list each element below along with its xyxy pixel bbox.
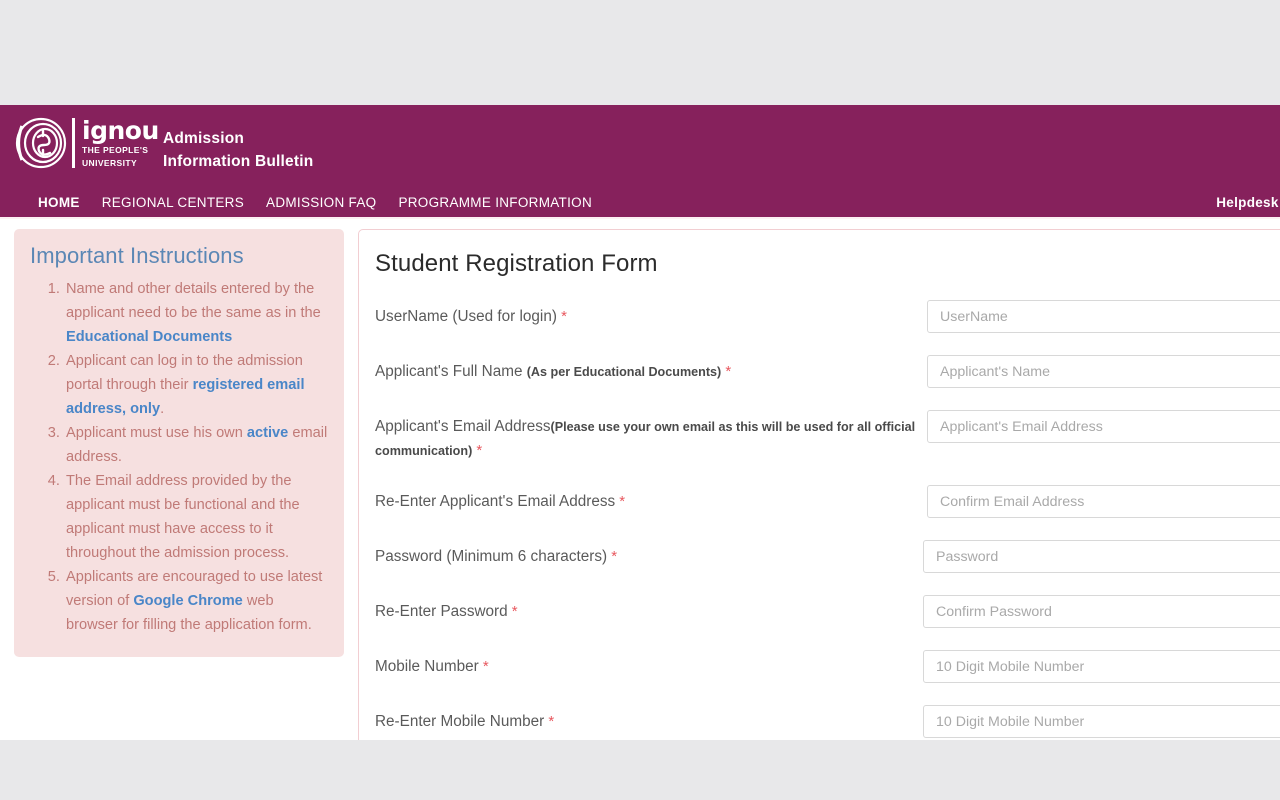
form-label-email: Applicant's Email Address(Please use you… (375, 410, 927, 463)
form-row-username: UserName (Used for login) * (375, 300, 1280, 333)
password-input[interactable] (923, 540, 1280, 573)
logo-wordmark-text: ignou (82, 116, 159, 145)
required-marker: * (721, 363, 732, 380)
browser-chrome-bottom (0, 740, 1280, 800)
instruction-item: Applicant can log in to the admission po… (64, 349, 328, 421)
header-title-line2: Information Bulletin (163, 153, 314, 170)
required-marker: * (556, 308, 567, 325)
site-viewport: ignou THE PEOPLE'S UNIVERSITY Admission … (0, 105, 1280, 741)
form-field-confirm-mobile (923, 705, 1280, 738)
required-marker: * (472, 442, 483, 459)
instructions-heading: Important Instructions (30, 243, 244, 268)
student-registration-card: Student Registration Form UserName (Used… (358, 229, 1280, 741)
form-field-confirm-email (927, 485, 1280, 518)
instruction-highlight: Educational Documents (66, 329, 233, 345)
nav-item-helpdesk[interactable]: Helpdesk (1202, 193, 1280, 212)
form-label-text: Applicant's Full Name (375, 363, 527, 380)
site-header: ignou THE PEOPLE'S UNIVERSITY Admission … (0, 105, 1280, 219)
form-field-password (923, 540, 1280, 573)
nav-item-programme-information[interactable]: PROGRAMME INFORMATION (387, 193, 603, 212)
form-label-text: Re-Enter Password (375, 603, 508, 620)
main-navigation: HOME REGIONAL CENTERS ADMISSION FAQ PROG… (0, 185, 1280, 219)
ignou-wordmark: ignou THE PEOPLE'S UNIVERSITY (72, 118, 159, 168)
page-root: ignou THE PEOPLE'S UNIVERSITY Admission … (0, 0, 1280, 800)
nav-item-home[interactable]: HOME (38, 193, 91, 212)
instruction-text: Applicant must use his own (66, 425, 247, 441)
form-label-mobile: Mobile Number * (375, 650, 925, 679)
browser-chrome-top (0, 0, 1280, 105)
form-field-full-name (927, 355, 1280, 388)
form-label-text: Re-Enter Mobile Number (375, 713, 545, 730)
form-field-email (927, 410, 1280, 443)
confirm-mobile-input[interactable] (923, 705, 1280, 738)
logo-tagline-line2: UNIVERSITY (82, 157, 138, 168)
form-label-confirm-email: Re-Enter Applicant's Email Address * (375, 485, 927, 514)
form-row-confirm-email: Re-Enter Applicant's Email Address * (375, 485, 1280, 518)
confirm-email-input[interactable] (927, 485, 1280, 518)
instructions-list: Name and other details entered by the ap… (30, 277, 328, 637)
instruction-item: Applicant must use his own active email … (64, 421, 328, 469)
form-label-hint: (As per Educational Documents) (526, 365, 722, 379)
required-marker: * (507, 603, 518, 620)
instruction-text: . (160, 401, 165, 417)
instruction-text: Name and other details entered by the ap… (66, 281, 321, 321)
nav-item-regional-centers[interactable]: REGIONAL CENTERS (91, 193, 255, 212)
instruction-highlight: active (246, 425, 289, 441)
important-instructions-panel: Important Instructions Name and other de… (14, 229, 344, 657)
nav-right-group: Helpdesk S (1202, 185, 1280, 219)
form-label-username: UserName (Used for login) * (375, 300, 927, 329)
form-row-confirm-password: Re-Enter Password * (375, 595, 1280, 628)
required-marker: * (544, 713, 555, 730)
instruction-text: The Email address provided by the applic… (66, 473, 300, 561)
form-row-password: Password (Minimum 6 characters) * (375, 540, 1280, 573)
form-label-text: Applicant's Email Address (375, 418, 551, 435)
mobile-input[interactable] (923, 650, 1280, 683)
form-label-text: Mobile Number (375, 658, 479, 675)
confirm-password-input[interactable] (923, 595, 1280, 628)
required-marker: * (478, 658, 489, 675)
header-title: Admission Information Bulletin (163, 127, 313, 173)
form-label-confirm-mobile: Re-Enter Mobile Number * (375, 705, 925, 734)
nav-item-helpdesk-label: Helpdesk (1216, 194, 1279, 210)
form-label-confirm-password: Re-Enter Password * (375, 595, 925, 624)
form-field-username (927, 300, 1280, 333)
ignou-emblem-icon (15, 117, 67, 169)
instruction-highlight: Google Chrome (133, 593, 243, 609)
form-row-email: Applicant's Email Address(Please use you… (375, 410, 1280, 463)
nav-left-group: HOME REGIONAL CENTERS ADMISSION FAQ PROG… (0, 193, 603, 212)
instruction-item: Applicants are encouraged to use latest … (64, 565, 328, 637)
required-marker: * (607, 548, 618, 565)
header-title-line1: Admission (163, 130, 245, 147)
username-input[interactable] (927, 300, 1280, 333)
form-label-text: Password (Minimum 6 characters) (375, 548, 608, 565)
instruction-item: The Email address provided by the applic… (64, 469, 328, 565)
logo-tagline-line1: THE PEOPLE'S (82, 145, 149, 155)
form-field-confirm-password (923, 595, 1280, 628)
instruction-item: Name and other details entered by the ap… (64, 277, 328, 349)
required-marker: * (615, 493, 626, 510)
full-name-input[interactable] (927, 355, 1280, 388)
brand-logo[interactable]: ignou THE PEOPLE'S UNIVERSITY (14, 117, 159, 169)
page-content: Important Instructions Name and other de… (0, 219, 1280, 741)
email-input[interactable] (927, 410, 1280, 443)
form-field-mobile (923, 650, 1280, 683)
page-title: Student Registration Form (375, 250, 658, 277)
form-row-full-name: Applicant's Full Name (As per Educationa… (375, 355, 1280, 388)
form-label-text: Re-Enter Applicant's Email Address (375, 493, 616, 510)
registration-form-fields: UserName (Used for login) *Applicant's F… (375, 300, 1280, 738)
form-label-full-name: Applicant's Full Name (As per Educationa… (375, 355, 927, 384)
nav-item-admission-faq[interactable]: ADMISSION FAQ (255, 193, 387, 212)
form-label-text: UserName (Used for login) (375, 308, 557, 325)
form-row-confirm-mobile: Re-Enter Mobile Number * (375, 705, 1280, 738)
form-row-mobile: Mobile Number * (375, 650, 1280, 683)
form-label-password: Password (Minimum 6 characters) * (375, 540, 925, 569)
